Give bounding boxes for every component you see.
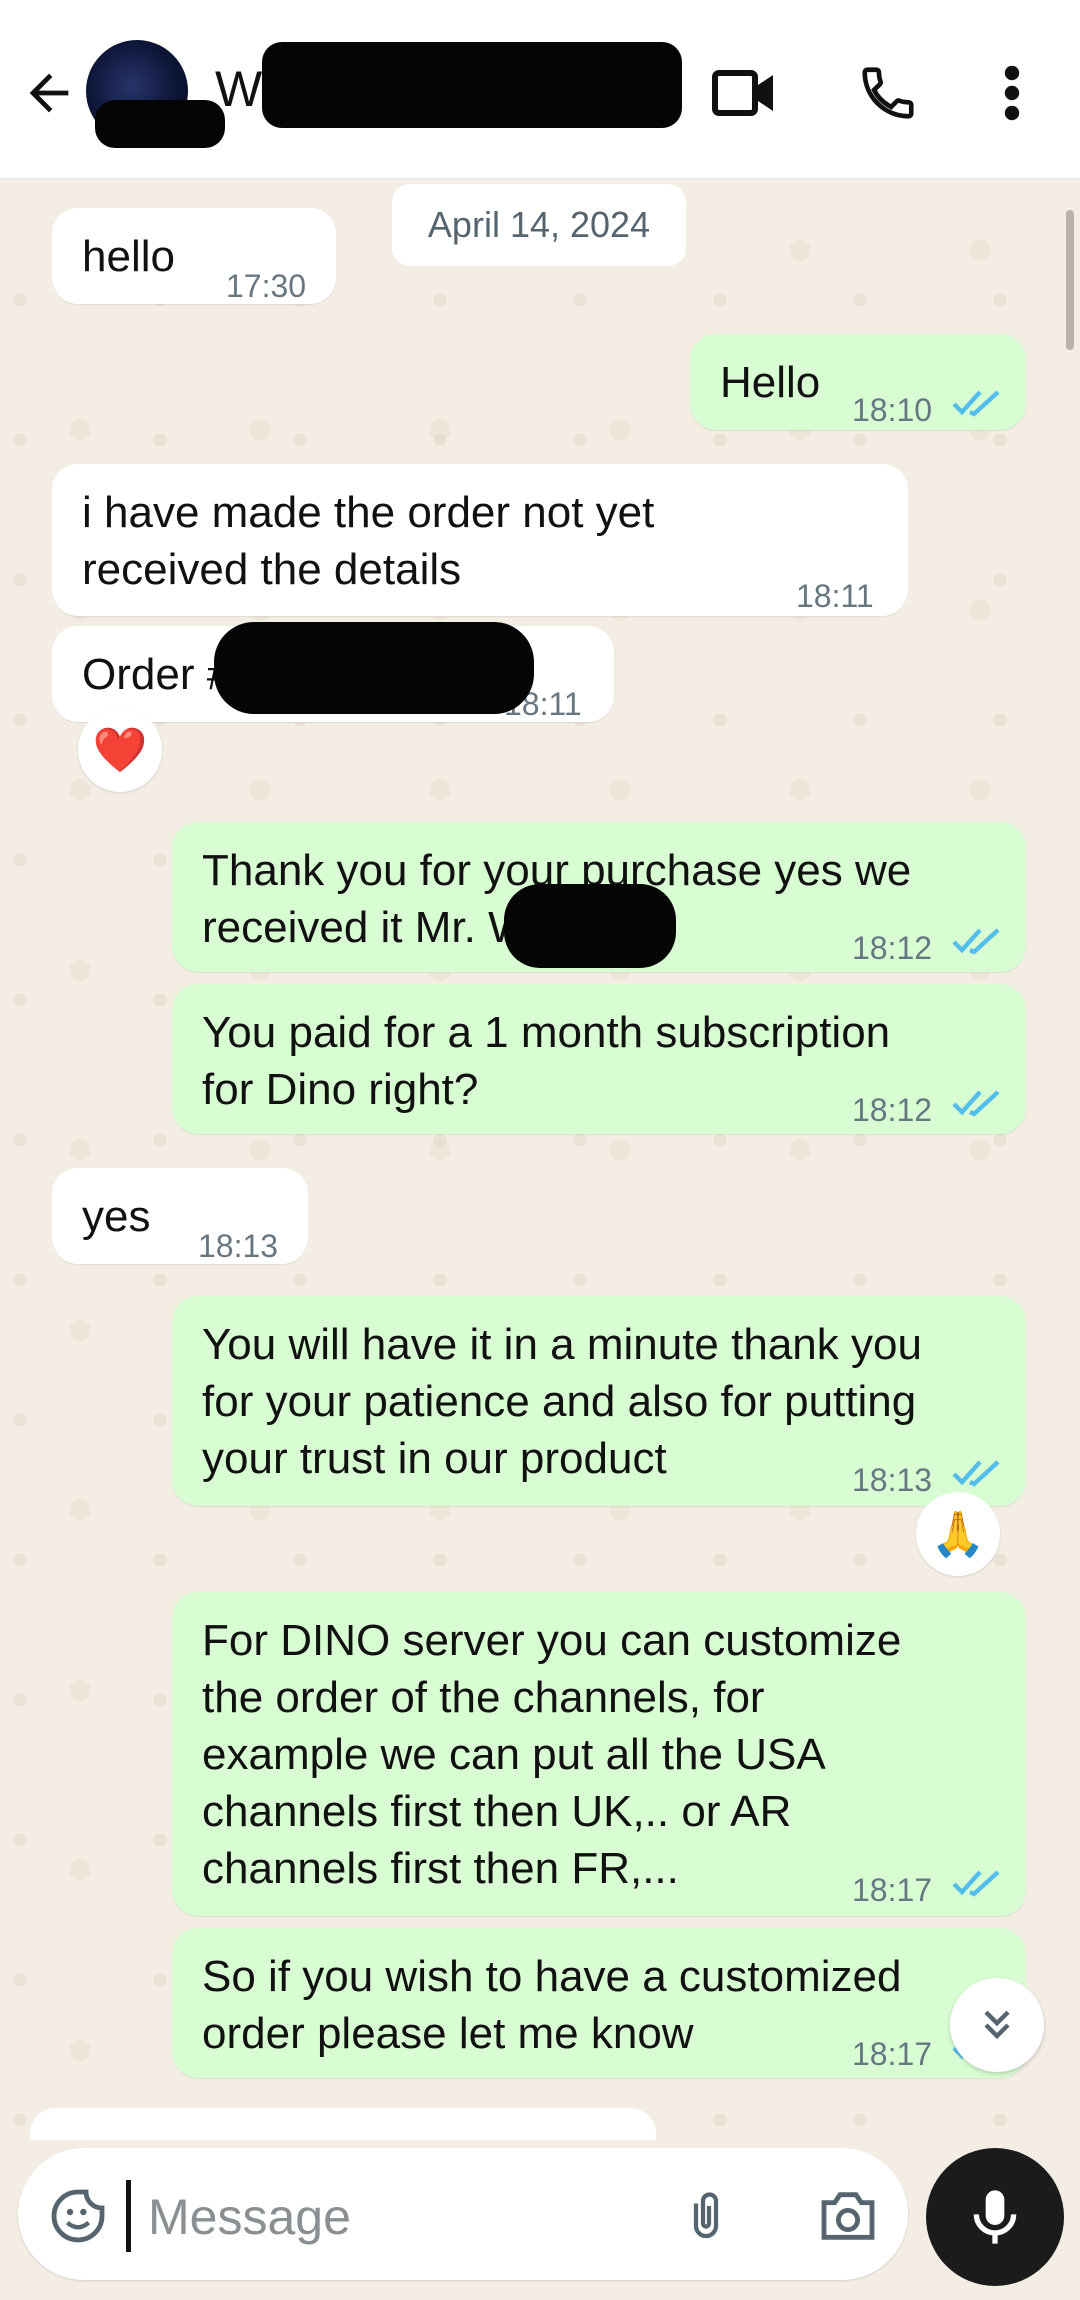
message-time: 18:10 xyxy=(852,392,933,428)
redaction-mark xyxy=(262,42,682,128)
message-input[interactable]: Message xyxy=(148,2188,351,2246)
message-time: 18:12 xyxy=(852,1092,933,1128)
read-ticks-icon xyxy=(952,928,1000,955)
message-text: Hello xyxy=(720,358,821,407)
redaction-mark xyxy=(504,884,676,968)
voice-record-button[interactable] xyxy=(926,2148,1064,2286)
message-reaction[interactable]: ❤️ xyxy=(78,708,162,792)
read-ticks-icon xyxy=(952,390,1000,417)
camera-button[interactable] xyxy=(812,2180,884,2252)
message-incoming[interactable] xyxy=(30,2108,656,2140)
message-time: 18:17 xyxy=(852,1872,933,1908)
emoji-button[interactable] xyxy=(42,2180,114,2252)
text-cursor xyxy=(126,2180,131,2252)
camera-icon xyxy=(821,2192,875,2240)
message-outgoing[interactable]: You paid for a 1 month subscription for … xyxy=(172,984,1026,1134)
phone-icon xyxy=(862,67,914,119)
message-time: 18:13 xyxy=(198,1228,279,1264)
video-call-button[interactable] xyxy=(706,58,782,128)
mic-icon xyxy=(973,2190,1017,2244)
chat-header: Wal xyxy=(0,0,1080,179)
message-text: i have made the order not yet received t… xyxy=(82,488,655,594)
message-outgoing[interactable]: So if you wish to have a customized orde… xyxy=(172,1928,1026,2078)
message-time: 18:13 xyxy=(852,1462,933,1498)
scroll-to-bottom-button[interactable] xyxy=(950,1978,1044,2072)
date-separator: April 14, 2024 xyxy=(392,184,686,266)
message-text: hello xyxy=(82,232,175,281)
message-reaction[interactable]: 🙏 xyxy=(916,1492,1000,1576)
message-text: For DINO server you can customize the or… xyxy=(202,1616,902,1893)
redaction-mark xyxy=(214,622,534,714)
message-text: You will have it in a minute thank you f… xyxy=(202,1320,922,1483)
more-vert-icon xyxy=(1004,65,1020,121)
video-call-icon xyxy=(712,70,773,116)
double-chevron-down-icon xyxy=(984,2010,1010,2040)
message-incoming[interactable]: i have made the order not yet received t… xyxy=(52,464,908,616)
message-time: 17:30 xyxy=(226,268,307,304)
message-time: 18:12 xyxy=(852,930,933,966)
scrollbar[interactable] xyxy=(1066,210,1074,350)
paperclip-icon xyxy=(693,2192,719,2239)
read-ticks-icon xyxy=(952,1460,1000,1487)
attach-button[interactable] xyxy=(670,2180,742,2252)
message-outgoing[interactable]: You will have it in a minute thank you f… xyxy=(172,1296,1026,1506)
message-text: So if you wish to have a customized orde… xyxy=(202,1952,902,2058)
message-time: 18:17 xyxy=(852,2036,933,2072)
arrow-left-icon xyxy=(29,73,69,113)
message-text: yes xyxy=(82,1192,151,1241)
more-options-button[interactable] xyxy=(980,58,1044,128)
message-outgoing[interactable]: For DINO server you can customize the or… xyxy=(172,1592,1026,1916)
voice-call-button[interactable] xyxy=(850,58,926,128)
read-ticks-icon xyxy=(952,1870,1000,1897)
message-text: You paid for a 1 month subscription for … xyxy=(202,1008,891,1114)
message-time: 18:11 xyxy=(796,578,874,614)
message-incoming[interactable]: yes 18:13 xyxy=(52,1168,308,1264)
message-outgoing[interactable]: Hello 18:10 xyxy=(690,334,1026,430)
redaction-mark xyxy=(95,100,225,148)
message-text: Order # xyxy=(82,650,232,699)
back-button[interactable] xyxy=(14,58,84,128)
chat-area[interactable]: April 14, 2024 hello 17:30 Hello 18:10 i… xyxy=(0,0,1080,2140)
read-ticks-icon xyxy=(952,1090,1000,1117)
message-incoming[interactable]: hello 17:30 xyxy=(52,208,336,304)
sticker-icon xyxy=(51,2189,105,2243)
